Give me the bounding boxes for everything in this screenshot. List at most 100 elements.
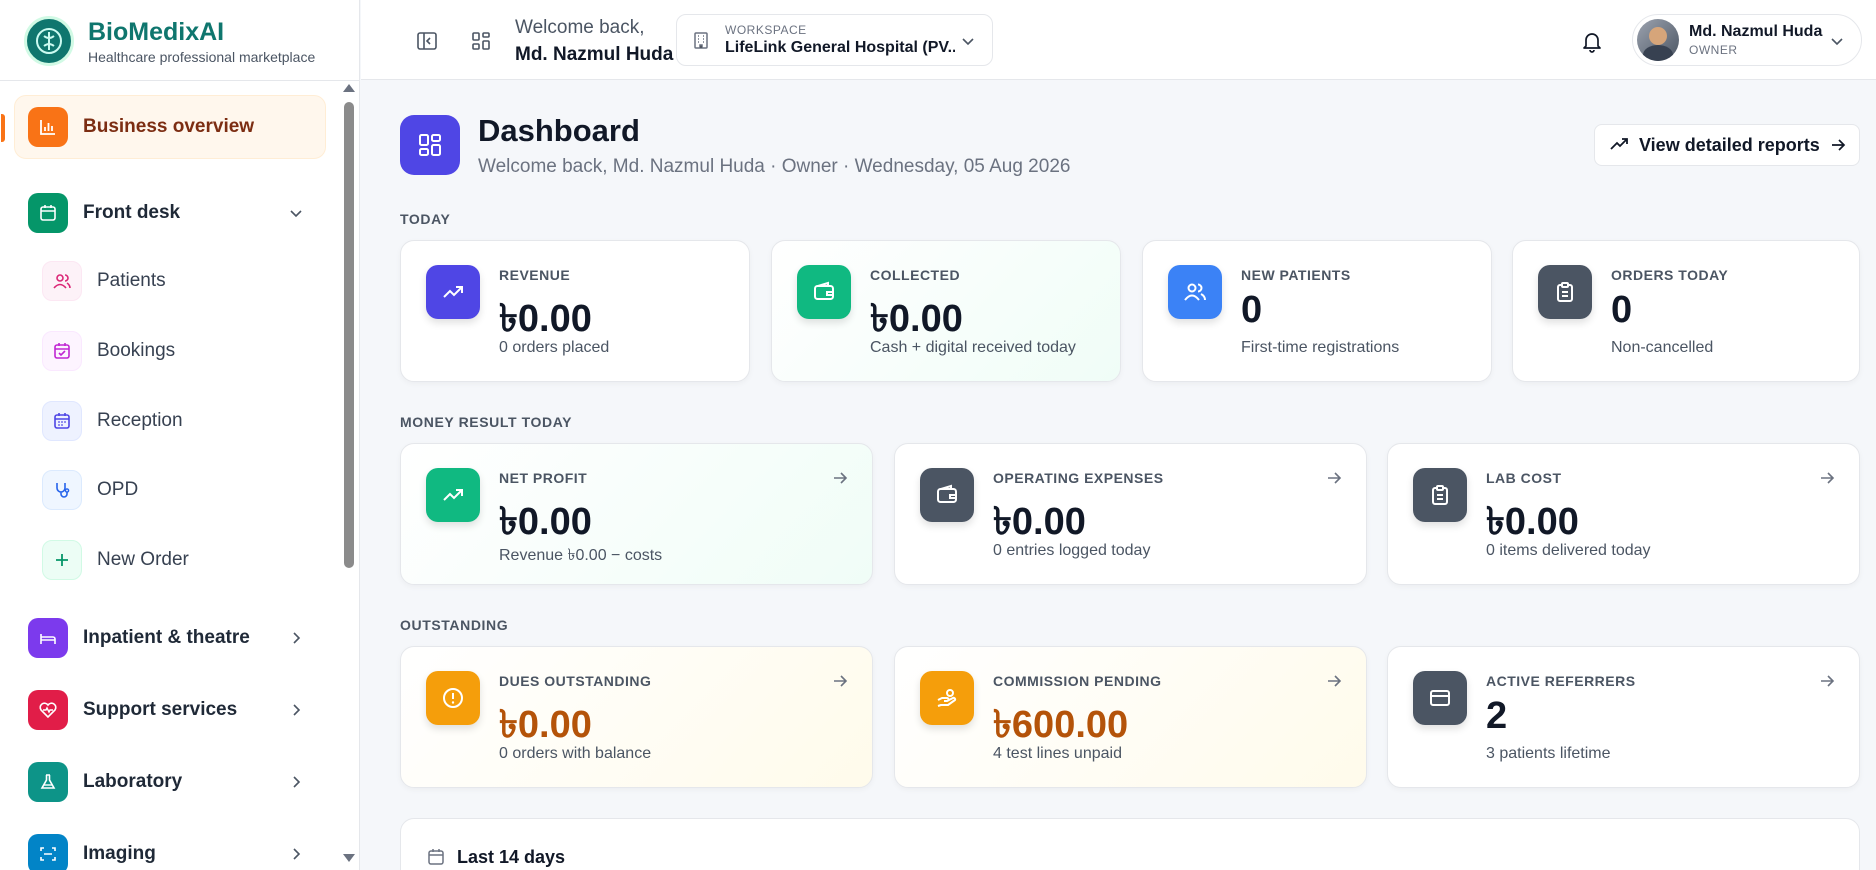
view-detailed-reports-button[interactable]: View detailed reports bbox=[1594, 124, 1860, 166]
brand[interactable]: BioMedixAI Healthcare professional marke… bbox=[24, 15, 315, 67]
plus-icon bbox=[42, 540, 82, 580]
scroll-thumb[interactable] bbox=[344, 102, 354, 568]
brand-tagline: Healthcare professional marketplace bbox=[88, 48, 316, 65]
sidebar-item-support-services[interactable]: Support services bbox=[28, 688, 326, 732]
stat-card-lab-cost[interactable]: LAB COST ৳0.00 0 items delivered today bbox=[1387, 443, 1860, 585]
card-value: 2 bbox=[1486, 695, 1508, 737]
bell-icon bbox=[1583, 33, 1601, 53]
arrow-right-icon[interactable] bbox=[1819, 470, 1835, 486]
bed-icon bbox=[28, 618, 68, 658]
stat-card-collected[interactable]: COLLECTED ৳0.00 Cash + digital received … bbox=[771, 240, 1121, 382]
sidebar-item-inpatient-theatre[interactable]: Inpatient & theatre bbox=[28, 616, 326, 660]
trending-up-icon bbox=[426, 468, 480, 522]
users-icon bbox=[42, 261, 82, 301]
scroll-up-arrow-icon[interactable] bbox=[343, 84, 355, 92]
welcome-greeting: Welcome back, Md. Nazmul Huda bbox=[515, 17, 673, 66]
wallet-icon bbox=[797, 265, 851, 319]
sidebar-item-label: Front desk bbox=[83, 202, 181, 223]
chevron-right-icon bbox=[293, 704, 301, 716]
card-label: OPERATING EXPENSES bbox=[993, 470, 1164, 486]
workspace-selector[interactable]: WORKSPACE LifeLink General Hospital (PV.… bbox=[676, 14, 993, 66]
user-menu-button[interactable]: Md. Nazmul Huda OWNER bbox=[1632, 14, 1862, 66]
stat-card-operating-expenses[interactable]: OPERATING EXPENSES ৳0.00 0 entries logge… bbox=[894, 443, 1367, 585]
sidebar-item-label: New Order bbox=[97, 549, 189, 570]
welcome-line: Welcome back, bbox=[515, 17, 645, 38]
card-subtext: Cash + digital received today bbox=[870, 339, 1076, 356]
sidebar-item-patients[interactable]: Patients bbox=[42, 259, 322, 303]
trending-up-icon bbox=[1610, 138, 1628, 150]
grid-icon bbox=[472, 32, 490, 50]
arrow-right-icon[interactable] bbox=[832, 470, 848, 486]
sidebar-item-bookings[interactable]: Bookings bbox=[42, 329, 322, 373]
stethoscope-icon bbox=[42, 470, 82, 510]
calendar-check-icon bbox=[42, 331, 82, 371]
card-value: 0 bbox=[1241, 289, 1263, 331]
card-label: COMMISSION PENDING bbox=[993, 673, 1162, 689]
active-indicator bbox=[1, 114, 5, 142]
card-subtext: 0 entries logged today bbox=[993, 542, 1151, 559]
card-label: ACTIVE REFERRERS bbox=[1486, 673, 1636, 689]
sidebar-item-imaging[interactable]: Imaging bbox=[28, 832, 326, 870]
stat-card-net-profit[interactable]: NET PROFIT ৳0.00 Revenue ৳0.00 − costs bbox=[400, 443, 873, 585]
arrow-right-icon[interactable] bbox=[1326, 673, 1342, 689]
sidebar-item-label: Support services bbox=[83, 699, 238, 720]
card-label: ORDERS TODAY bbox=[1611, 267, 1729, 283]
apps-grid-button[interactable] bbox=[464, 24, 498, 58]
sidebar-item-label: OPD bbox=[97, 479, 139, 500]
sidebar-scrollbar[interactable] bbox=[343, 84, 355, 870]
sidebar: BioMedixAI Healthcare professional marke… bbox=[0, 0, 360, 870]
card-label: NEW PATIENTS bbox=[1241, 267, 1351, 283]
stat-card-revenue[interactable]: REVENUE ৳0.00 0 orders placed bbox=[400, 240, 750, 382]
sidebar-item-label: Inpatient & theatre bbox=[83, 627, 250, 648]
trending-up-icon bbox=[426, 265, 480, 319]
arrow-right-icon[interactable] bbox=[832, 673, 848, 689]
arrow-right-icon[interactable] bbox=[1326, 470, 1342, 486]
chevron-right-icon bbox=[293, 632, 301, 644]
brand-logo-icon bbox=[24, 16, 74, 66]
brand-name: BioMedixAI bbox=[88, 17, 225, 46]
building-icon bbox=[694, 32, 708, 49]
sidebar-item-label: Laboratory bbox=[83, 771, 183, 792]
sidebar-item-reception[interactable]: Reception bbox=[42, 399, 322, 443]
sidebar-item-new-order[interactable]: New Order bbox=[42, 538, 322, 582]
avatar bbox=[1637, 19, 1679, 61]
sidebar-item-label: Business overview bbox=[83, 116, 255, 137]
stat-card-orders-today[interactable]: ORDERS TODAY 0 Non-cancelled bbox=[1512, 240, 1860, 382]
sidebar-item-opd[interactable]: OPD bbox=[42, 468, 322, 512]
dashboard-icon bbox=[400, 115, 460, 175]
flask-icon bbox=[28, 762, 68, 802]
bar-chart-icon bbox=[28, 107, 68, 147]
scan-icon bbox=[28, 834, 68, 870]
user-role: OWNER bbox=[1689, 43, 1738, 57]
sidebar-item-label: Imaging bbox=[83, 843, 156, 864]
credit-card-icon bbox=[1413, 671, 1467, 725]
stat-card-dues-outstanding[interactable]: DUES OUTSTANDING ৳0.00 0 orders with bal… bbox=[400, 646, 873, 788]
sidebar-item-laboratory[interactable]: Laboratory bbox=[28, 760, 326, 804]
page-title: Dashboard bbox=[478, 113, 640, 148]
chevron-down-icon bbox=[290, 210, 302, 218]
notifications-button[interactable] bbox=[1575, 24, 1609, 58]
clipboard-icon bbox=[1413, 468, 1467, 522]
users-icon bbox=[1168, 265, 1222, 319]
calendar-grid-icon bbox=[42, 401, 82, 441]
chevron-down-icon bbox=[1831, 38, 1843, 46]
card-subtext: 0 items delivered today bbox=[1486, 542, 1651, 559]
sidebar-item-front-desk[interactable]: Front desk bbox=[28, 191, 326, 235]
sidebar-item-business-overview[interactable]: Business overview bbox=[1, 95, 326, 159]
sidebar-toggle-button[interactable] bbox=[410, 24, 444, 58]
panel-left-icon bbox=[417, 32, 437, 50]
stat-card-commission-pending[interactable]: COMMISSION PENDING ৳600.00 4 test lines … bbox=[894, 646, 1367, 788]
topbar: Welcome back, Md. Nazmul Huda WORKSPACE … bbox=[361, 0, 1876, 80]
sidebar-item-label: Reception bbox=[97, 410, 183, 431]
stat-card-active-referrers[interactable]: ACTIVE REFERRERS 2 3 patients lifetime bbox=[1387, 646, 1860, 788]
card-label: LAB COST bbox=[1486, 470, 1562, 486]
page-subtitle: Welcome back, Md. Nazmul Huda · Owner · … bbox=[478, 156, 1071, 177]
card-subtext: 0 orders placed bbox=[499, 339, 610, 356]
heart-pulse-icon bbox=[28, 690, 68, 730]
stat-card-new-patients[interactable]: NEW PATIENTS 0 First-time registrations bbox=[1142, 240, 1492, 382]
sidebar-item-label: Bookings bbox=[97, 340, 176, 361]
scroll-down-arrow-icon[interactable] bbox=[343, 854, 355, 862]
wallet-icon bbox=[920, 468, 974, 522]
arrow-right-icon[interactable] bbox=[1819, 673, 1835, 689]
chevron-right-icon bbox=[293, 776, 301, 788]
